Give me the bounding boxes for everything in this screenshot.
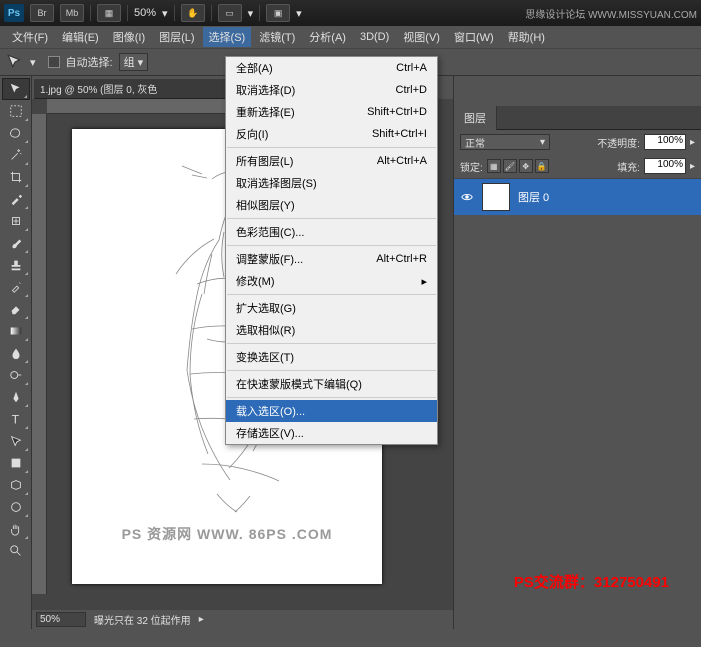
- zoom-display[interactable]: 50%: [134, 7, 156, 19]
- ps-group-watermark: PS交流群：312750491: [514, 571, 669, 592]
- menu-transform-selection[interactable]: 变换选区(T): [226, 346, 437, 368]
- menubar: 文件(F) 编辑(E) 图像(I) 图层(L) 选择(S) 滤镜(T) 分析(A…: [0, 26, 701, 48]
- menu-view[interactable]: 视图(V): [397, 27, 446, 47]
- marquee-tool[interactable]: [2, 100, 30, 122]
- menu-reselect[interactable]: 重新选择(E)Shift+Ctrl+D: [226, 101, 437, 123]
- screen-mode-button[interactable]: ▣: [266, 4, 290, 22]
- opacity-label: 不透明度:: [597, 135, 640, 150]
- path-select-tool[interactable]: [2, 430, 30, 452]
- 3d-camera-tool[interactable]: [2, 496, 30, 518]
- chevron-down-icon[interactable]: ▾: [30, 56, 36, 69]
- canvas-watermark: PS 资源网 WWW. 86PS .COM: [122, 524, 333, 544]
- hand-tool[interactable]: [2, 518, 30, 540]
- blur-tool[interactable]: [2, 342, 30, 364]
- menu-modify[interactable]: 修改(M)▸: [226, 270, 437, 292]
- menu-all-layers[interactable]: 所有图层(L)Alt+Ctrl+A: [226, 150, 437, 172]
- menu-filter[interactable]: 滤镜(T): [253, 27, 301, 47]
- layer-list: 图层 0: [454, 178, 701, 538]
- menu-similar[interactable]: 选取相似(R): [226, 319, 437, 341]
- zoom-tool[interactable]: [2, 540, 30, 562]
- menu-inverse[interactable]: 反向(I)Shift+Ctrl+I: [226, 123, 437, 145]
- menu-layer[interactable]: 图层(L): [153, 27, 200, 47]
- 3d-tool[interactable]: [2, 474, 30, 496]
- lock-transparent-icon[interactable]: ▦: [487, 159, 501, 173]
- menu-refine-mask[interactable]: 调整蒙版(F)...Alt+Ctrl+R: [226, 248, 437, 270]
- titlebar: Ps Br Mb ▦ 50% ▾ ✋ ▭ ▾ ▣ ▾ 思缘设计论坛 WWW.MI…: [0, 0, 701, 26]
- toolbox: T: [0, 76, 32, 629]
- view-extras-button[interactable]: ▦: [97, 4, 121, 22]
- menu-file[interactable]: 文件(F): [6, 27, 54, 47]
- dodge-tool[interactable]: [2, 364, 30, 386]
- menu-select[interactable]: 选择(S): [203, 27, 252, 47]
- menu-deselect[interactable]: 取消选择(D)Ctrl+D: [226, 79, 437, 101]
- menu-image[interactable]: 图像(I): [107, 27, 151, 47]
- type-tool[interactable]: T: [2, 408, 30, 430]
- document-tab[interactable]: 1.jpg @ 50% (图层 0, 灰色: [34, 79, 254, 99]
- fill-input[interactable]: 100%: [644, 158, 686, 174]
- autoselect-checkbox[interactable]: [48, 56, 60, 68]
- menu-load-selection[interactable]: 载入选区(O)...: [226, 400, 437, 422]
- zoom-dropdown-icon[interactable]: ▾: [162, 7, 168, 20]
- menu-window[interactable]: 窗口(W): [448, 27, 500, 47]
- shape-tool[interactable]: [2, 452, 30, 474]
- status-dropdown-icon[interactable]: ▸: [199, 614, 204, 625]
- eyedropper-tool[interactable]: [2, 188, 30, 210]
- mini-bridge-button[interactable]: Mb: [60, 4, 84, 22]
- crop-tool[interactable]: [2, 166, 30, 188]
- watermark-site: 思缘设计论坛 WWW.MISSYUAN.COM: [525, 6, 697, 21]
- opacity-input[interactable]: 100%: [644, 134, 686, 150]
- lock-pixels-icon[interactable]: 🖌: [503, 159, 517, 173]
- move-tool-icon: [6, 53, 24, 71]
- lasso-tool[interactable]: [2, 122, 30, 144]
- move-tool[interactable]: [2, 78, 30, 100]
- status-zoom[interactable]: 50%: [36, 612, 86, 627]
- pen-tool[interactable]: [2, 386, 30, 408]
- menu-grow[interactable]: 扩大选取(G): [226, 297, 437, 319]
- menu-analysis[interactable]: 分析(A): [303, 27, 352, 47]
- eraser-tool[interactable]: [2, 298, 30, 320]
- menu-select-all[interactable]: 全部(A)Ctrl+A: [226, 57, 437, 79]
- ruler-vertical: [32, 114, 47, 594]
- menu-quick-mask[interactable]: 在快速蒙版模式下编辑(Q): [226, 373, 437, 395]
- opacity-dropdown-icon[interactable]: ▸: [690, 137, 695, 148]
- autoselect-type-dropdown[interactable]: 组▾: [119, 53, 149, 71]
- layers-tab[interactable]: 图层: [454, 106, 497, 130]
- ps-logo: Ps: [4, 4, 24, 22]
- arrange-button[interactable]: ▭: [218, 4, 242, 22]
- menu-edit[interactable]: 编辑(E): [56, 27, 105, 47]
- select-menu-dropdown: 全部(A)Ctrl+A 取消选择(D)Ctrl+D 重新选择(E)Shift+C…: [225, 56, 438, 445]
- menu-deselect-layers[interactable]: 取消选择图层(S): [226, 172, 437, 194]
- status-text: 曝光只在 32 位起作用: [94, 612, 191, 627]
- history-brush-tool[interactable]: [2, 276, 30, 298]
- lock-all-icon[interactable]: 🔒: [535, 159, 549, 173]
- fill-label: 填充:: [617, 159, 640, 174]
- status-bar: 50% 曝光只在 32 位起作用 ▸: [32, 609, 453, 629]
- visibility-icon[interactable]: [460, 190, 474, 204]
- layer-thumbnail[interactable]: [482, 183, 510, 211]
- lock-label: 锁定:: [460, 159, 483, 174]
- stamp-tool[interactable]: [2, 254, 30, 276]
- menu-similar-layers[interactable]: 相似图层(Y): [226, 194, 437, 216]
- fill-dropdown-icon[interactable]: ▸: [690, 161, 695, 172]
- layer-item[interactable]: 图层 0: [454, 179, 701, 215]
- gradient-tool[interactable]: [2, 320, 30, 342]
- svg-text:T: T: [12, 412, 20, 426]
- layer-name[interactable]: 图层 0: [518, 189, 549, 205]
- menu-help[interactable]: 帮助(H): [502, 27, 551, 47]
- healing-tool[interactable]: [2, 210, 30, 232]
- magic-wand-tool[interactable]: [2, 144, 30, 166]
- menu-save-selection[interactable]: 存储选区(V)...: [226, 422, 437, 444]
- lock-position-icon[interactable]: ✥: [519, 159, 533, 173]
- menu-3d[interactable]: 3D(D): [354, 29, 395, 45]
- autoselect-label: 自动选择:: [66, 54, 113, 70]
- menu-color-range[interactable]: 色彩范围(C)...: [226, 221, 437, 243]
- hand-button[interactable]: ✋: [181, 4, 205, 22]
- arrange-dropdown-icon[interactable]: ▾: [248, 7, 254, 20]
- bridge-button[interactable]: Br: [30, 4, 54, 22]
- blend-mode-select[interactable]: 正常▾: [460, 134, 550, 150]
- brush-tool[interactable]: [2, 232, 30, 254]
- screen-mode-dropdown-icon[interactable]: ▾: [296, 7, 302, 20]
- right-panels: 图层 正常▾ 不透明度: 100% ▸ 锁定: ▦ 🖌 ✥ 🔒 填充: 100%…: [453, 76, 701, 629]
